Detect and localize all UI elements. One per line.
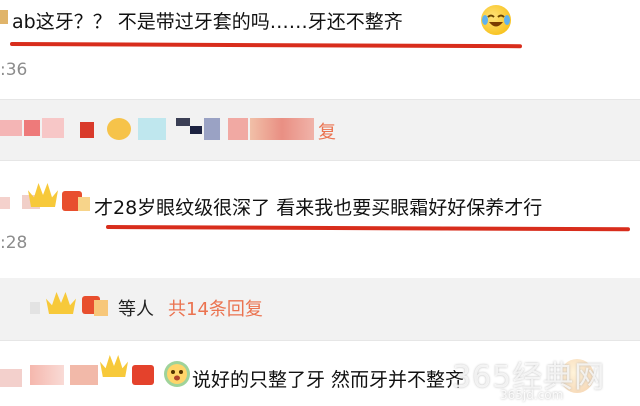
mosaic-block: [204, 118, 220, 140]
mosaic-block: [250, 118, 314, 140]
mosaic-block: [138, 118, 166, 140]
mosaic-block: [80, 122, 94, 138]
comment-text: ab这牙？？ 不是带过牙套的吗……牙还不整齐: [12, 11, 403, 33]
comment-text: 说好的只整了牙 然而牙并不整齐: [192, 369, 465, 391]
comment-text: 才28岁眼纹级很深了 看来我也要买眼霜好好保养才行: [94, 197, 543, 219]
mosaic-block: [176, 118, 190, 126]
crown-badge-icon: [46, 292, 76, 314]
reply-band: 复: [0, 100, 640, 160]
drooling-emoji-icon: [164, 361, 190, 387]
vip-badge-icon: [132, 365, 154, 385]
watermark-subtext: 365jd.com: [500, 388, 564, 402]
level-badge-icon: [78, 197, 90, 211]
mosaic-block: [107, 118, 131, 140]
timestamp: :28: [0, 233, 28, 253]
username-mosaic: [70, 365, 98, 385]
comment-row-2: 才28岁眼纹级很深了 看来我也要买眼霜好好保养才行 :28: [0, 161, 640, 261]
timestamp: :36: [0, 60, 28, 80]
highlight-underline: [105, 225, 631, 232]
username-mosaic: [0, 369, 22, 387]
replies-summary-prefix: 等人: [118, 299, 154, 320]
crown-badge-icon: [100, 355, 128, 377]
mosaic-block: [24, 120, 40, 136]
username-mosaic: [30, 365, 64, 385]
view-replies-link[interactable]: 共14条回复: [168, 295, 263, 321]
laughing-crying-emoji-icon: [481, 5, 511, 35]
level-badge-icon: [94, 300, 108, 316]
avatar-fragment: [0, 10, 8, 24]
mosaic-block: [228, 118, 248, 140]
mosaic-block: [42, 118, 64, 138]
mosaic-block: [0, 120, 22, 136]
reply-link[interactable]: 复: [318, 118, 336, 144]
avatar-fragment: [30, 302, 40, 314]
highlight-underline: [9, 42, 523, 49]
avatar-fragment: [0, 197, 10, 209]
replies-summary-band: 等人 共14条回复: [0, 278, 640, 340]
comment-row-1: ab这牙？？ 不是带过牙套的吗……牙还不整齐 :36: [0, 0, 640, 80]
mosaic-block: [190, 126, 202, 134]
